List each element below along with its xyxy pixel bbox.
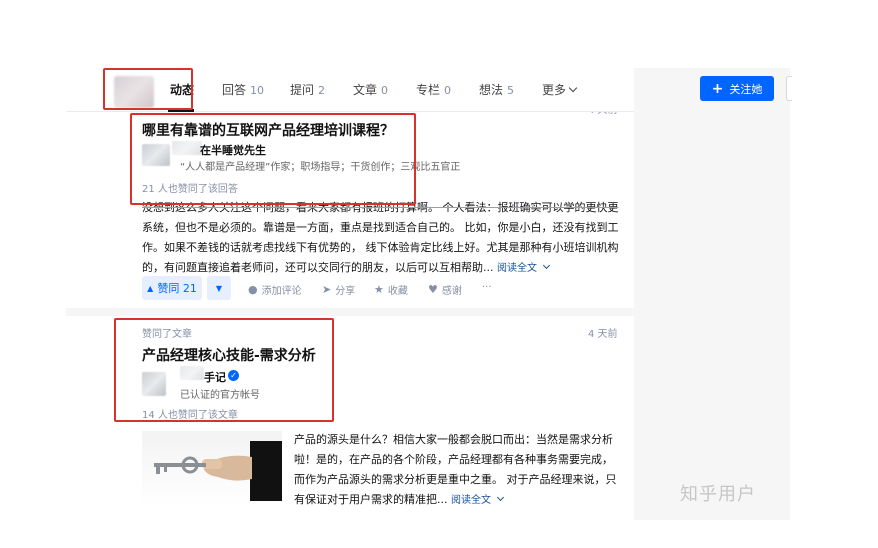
tab-answers[interactable]: 回答 10 xyxy=(222,81,264,98)
watermark: 知乎用户 xyxy=(680,484,756,505)
share-icon: ➤ xyxy=(322,283,332,296)
article-title[interactable]: 产品经理核心技能-需求分析 xyxy=(142,345,316,365)
chevron-down-icon xyxy=(543,261,551,270)
tab-articles[interactable]: 文章 0 xyxy=(353,81,388,98)
excerpt-line: 系统，但也不是必须的。靠谱是一方面，重点是找到适合自己的。 比如，你是小白，还没… xyxy=(142,221,619,234)
excerpt-line: 有保证对于用户需求的精准把... xyxy=(294,493,448,506)
liked-note: 21 人也赞同了该回答 xyxy=(142,184,238,195)
answer-excerpt[interactable]: 没想到这么多人关注这个问题，看来大家都有报班的打算啊。 个人看法：报班确实可以学… xyxy=(142,198,626,279)
question-title[interactable]: 哪里有靠谱的互联网产品经理培训课程？ xyxy=(142,120,394,140)
thanks-button[interactable]: ♥ 感谢 xyxy=(428,282,462,297)
excerpt-line: 产品的源头是什么？相信大家一般都会脱口而出：当然是需求分析 xyxy=(294,433,613,446)
heart-icon: ♥ xyxy=(428,283,438,296)
chevron-down-icon xyxy=(568,83,578,93)
tab-label: 动态 xyxy=(170,83,195,97)
favorite-button[interactable]: ★ 收藏 xyxy=(374,282,408,297)
tab-count: 5 xyxy=(507,84,515,97)
author-avatar[interactable] xyxy=(142,372,166,396)
tab-count: 0 xyxy=(381,84,389,97)
tab-count: 2 xyxy=(318,84,326,97)
feed-action-label: 赞同了文章 xyxy=(142,329,192,340)
excerpt-line: 啦！是的，在产品的各个阶段，产品经理都有各种事务需要完成， xyxy=(294,453,613,466)
tab-label: 更多 xyxy=(542,83,567,97)
read-more-link[interactable]: 阅读全文 xyxy=(451,493,505,506)
triangle-up-icon: ▲ xyxy=(147,283,154,293)
profile-tabs: 动态 回答 10 提问 2 文章 0 专栏 0 想法 5 更多 xyxy=(66,68,634,112)
follow-button[interactable]: + 关注她 xyxy=(700,76,774,101)
follow-label: 关注她 xyxy=(729,82,763,96)
more-dots-icon: ··· xyxy=(482,282,492,293)
plus-icon: + xyxy=(711,80,724,97)
verified-badge-icon: ✓ xyxy=(228,370,239,381)
excerpt-line: 的，有问题直接追着老师问，还可以交同行的朋友，以后可以互相帮助... xyxy=(142,261,494,274)
author-bio: 已认证的官方帐号 xyxy=(180,390,260,401)
tab-label: 提问 xyxy=(290,83,315,97)
downvote-button[interactable]: ▼ xyxy=(207,276,231,300)
triangle-down-icon: ▼ xyxy=(215,283,223,293)
tab-columns[interactable]: 专栏 0 xyxy=(416,81,451,98)
tab-thoughts[interactable]: 想法 5 xyxy=(479,81,514,98)
tab-label: 专栏 xyxy=(416,83,441,97)
star-icon: ★ xyxy=(374,283,384,296)
comment-button[interactable]: ● 添加评论 xyxy=(248,282,302,297)
upvote-label: 赞同 21 xyxy=(157,282,197,295)
author-avatar[interactable] xyxy=(142,144,170,166)
tab-questions[interactable]: 提问 2 xyxy=(290,81,325,98)
tab-label: 想法 xyxy=(479,83,504,97)
chevron-down-icon xyxy=(497,493,505,502)
tab-label: 回答 xyxy=(222,83,247,97)
author-bio: “人人都是产品经理”作家；职场指导；干货创作；三观比五官正 xyxy=(180,162,461,173)
author-name[interactable]: 手记 xyxy=(204,369,226,385)
author-name[interactable]: 在半睡觉先生 xyxy=(200,142,266,158)
active-tab-indicator xyxy=(168,109,194,112)
author-name-blur xyxy=(180,366,204,380)
tab-count: 10 xyxy=(250,84,265,97)
upvote-button[interactable]: ▲ 赞同 21 xyxy=(142,276,202,300)
share-button[interactable]: ➤ 分享 xyxy=(322,282,355,297)
excerpt-line: 而作为产品源头的需求分析更是重中之重。 对于产品经理来说，只 xyxy=(294,473,617,486)
more-actions-button[interactable]: ··· xyxy=(482,282,492,293)
liked-note: 14 人也赞同了该文章 xyxy=(142,410,238,421)
tab-activity[interactable]: 动态 xyxy=(170,81,194,98)
read-more-link[interactable]: 阅读全文 xyxy=(497,261,551,274)
avatar[interactable] xyxy=(114,76,154,108)
article-cover-image[interactable] xyxy=(142,431,282,506)
feed-divider xyxy=(66,308,634,316)
tab-more[interactable]: 更多 xyxy=(542,81,578,98)
sidebar-button-stub[interactable] xyxy=(786,76,792,101)
tab-count: 0 xyxy=(444,84,452,97)
key-hand-illustration xyxy=(154,441,282,501)
excerpt-line: 没想到这么多人关注这个问题，看来大家都有报班的打算啊。 个人看法：报班确实可以学… xyxy=(142,201,619,214)
article-excerpt[interactable]: 产品的源头是什么？相信大家一般都会脱口而出：当然是需求分析 啦！是的，在产品的各… xyxy=(294,430,624,511)
feed-time: 4 天前 xyxy=(588,329,618,340)
comment-icon: ● xyxy=(248,283,258,296)
excerpt-line: 作。如果不差钱的话就考虑找线下有优势的， 线下体验肯定比线上好。尤其是那种有小班… xyxy=(142,241,619,254)
tab-label: 文章 xyxy=(353,83,378,97)
author-name-blur xyxy=(172,141,202,155)
